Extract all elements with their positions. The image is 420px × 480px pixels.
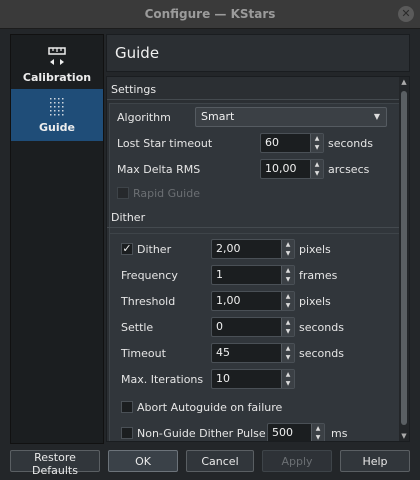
settings-group-title: Settings <box>111 83 157 96</box>
max-iterations-value: 10 <box>216 372 230 385</box>
nonguide-pulse-value: 500 <box>272 426 293 439</box>
window-titlebar: Configure — KStars ✕ <box>0 0 420 29</box>
dither-label: Dither <box>137 243 172 256</box>
threshold-spinbox[interactable]: 1,00 ▲ ▼ <box>211 291 295 311</box>
vertical-scrollbar[interactable]: ▲ ▼ <box>399 77 409 441</box>
frequency-label: Frequency <box>121 269 178 282</box>
spin-up-icon[interactable]: ▲ <box>311 160 323 169</box>
close-icon[interactable]: ✕ <box>398 6 414 22</box>
spin-up-icon[interactable]: ▲ <box>282 370 294 379</box>
page-title: Guide <box>106 34 410 72</box>
dither-unit: pixels <box>299 243 331 256</box>
spin-up-icon[interactable]: ▲ <box>282 344 294 353</box>
abort-autoguide-checkbox[interactable] <box>121 401 133 413</box>
nonguide-dither-label: Non-Guide Dither Pulse <box>137 427 266 440</box>
lost-star-unit: seconds <box>328 137 373 150</box>
threshold-unit: pixels <box>299 295 331 308</box>
settings-scroll-area[interactable]: Settings Algorithm Smart ▼ Lost Star tim… <box>106 76 410 442</box>
sidebar-item-guide[interactable]: Guide <box>11 89 103 141</box>
threshold-label: Threshold <box>121 295 176 308</box>
lost-star-spinbox[interactable]: 60 ▲ ▼ <box>260 133 324 153</box>
max-delta-spinbox[interactable]: 10,00 ▲ ▼ <box>260 159 324 179</box>
divider <box>107 99 399 100</box>
algorithm-label: Algorithm <box>117 111 171 124</box>
spin-down-icon[interactable]: ▼ <box>282 353 294 362</box>
lost-star-label: Lost Star timeout <box>117 137 213 150</box>
guide-grid-icon <box>46 96 68 118</box>
spin-down-icon[interactable]: ▼ <box>312 433 324 441</box>
max-delta-unit: arcsecs <box>328 163 370 176</box>
timeout-label: Timeout <box>121 347 166 360</box>
frequency-unit: frames <box>299 269 338 282</box>
cancel-button[interactable]: Cancel <box>186 450 254 472</box>
sidebar-item-label: Guide <box>39 121 75 134</box>
timeout-spinbox[interactable]: 45 ▲ ▼ <box>211 343 295 363</box>
max-delta-label: Max Delta RMS <box>117 163 201 176</box>
settle-spinbox[interactable]: 0 ▲ ▼ <box>211 317 295 337</box>
spin-up-icon[interactable]: ▲ <box>311 134 323 143</box>
config-page: Guide Settings Algorithm Smart ▼ Lost St… <box>106 34 412 442</box>
sidebar-item-label: Calibration <box>22 71 92 84</box>
algorithm-value: Smart <box>201 110 235 123</box>
nonguide-dither-checkbox[interactable] <box>121 427 133 439</box>
spin-up-icon[interactable]: ▲ <box>282 240 294 249</box>
spin-down-icon[interactable]: ▼ <box>311 169 323 178</box>
spin-down-icon[interactable]: ▼ <box>311 143 323 152</box>
scroll-up-icon[interactable]: ▲ <box>399 77 409 87</box>
nonguide-pulse-unit: ms <box>331 427 348 440</box>
dither-value: 2,00 <box>216 242 241 255</box>
dither-checkbox[interactable]: ✓ <box>121 243 133 255</box>
frequency-value: 1 <box>216 268 223 281</box>
scrollbar-thumb[interactable] <box>401 91 407 425</box>
help-button[interactable]: Help <box>340 450 410 472</box>
scroll-down-icon[interactable]: ▼ <box>399 431 409 441</box>
algorithm-select[interactable]: Smart ▼ <box>195 107 387 127</box>
dither-group-title: Dither <box>111 211 146 224</box>
spin-up-icon[interactable]: ▲ <box>312 424 324 433</box>
settle-label: Settle <box>121 321 154 334</box>
threshold-value: 1,00 <box>216 294 241 307</box>
restore-defaults-button[interactable]: Restore Defaults <box>10 450 100 477</box>
timeout-unit: seconds <box>299 347 344 360</box>
window-title: Configure — KStars <box>144 7 276 21</box>
spin-up-icon[interactable]: ▲ <box>282 292 294 301</box>
apply-button[interactable]: Apply <box>262 450 332 472</box>
max-iterations-spinbox[interactable]: 10 ▲ ▼ <box>211 369 295 389</box>
frequency-spinbox[interactable]: 1 ▲ ▼ <box>211 265 295 285</box>
settle-value: 0 <box>216 320 223 333</box>
max-iterations-label: Max. Iterations <box>121 373 204 386</box>
timeout-value: 45 <box>216 346 230 359</box>
spin-down-icon[interactable]: ▼ <box>282 275 294 284</box>
max-delta-value: 10,00 <box>265 162 297 175</box>
sidebar-item-calibration[interactable]: Calibration <box>11 39 103 91</box>
nonguide-pulse-spinbox[interactable]: 500 ▲ ▼ <box>267 423 325 441</box>
dither-spinbox[interactable]: 2,00 ▲ ▼ <box>211 239 295 259</box>
chevron-down-icon: ▼ <box>373 112 380 121</box>
spin-up-icon[interactable]: ▲ <box>282 318 294 327</box>
ruler-icon <box>46 46 68 68</box>
spin-down-icon[interactable]: ▼ <box>282 249 294 258</box>
spin-down-icon[interactable]: ▼ <box>282 327 294 336</box>
divider <box>107 227 399 228</box>
config-sidebar: Calibration Guide <box>10 34 104 444</box>
spin-down-icon[interactable]: ▼ <box>282 301 294 310</box>
rapid-guide-checkbox[interactable] <box>117 187 129 199</box>
settle-unit: seconds <box>299 321 344 334</box>
lost-star-value: 60 <box>265 136 279 149</box>
spin-down-icon[interactable]: ▼ <box>282 379 294 388</box>
rapid-guide-label: Rapid Guide <box>133 187 200 200</box>
ok-button[interactable]: OK <box>108 450 178 472</box>
spin-up-icon[interactable]: ▲ <box>282 266 294 275</box>
abort-autoguide-label: Abort Autoguide on failure <box>137 401 283 414</box>
